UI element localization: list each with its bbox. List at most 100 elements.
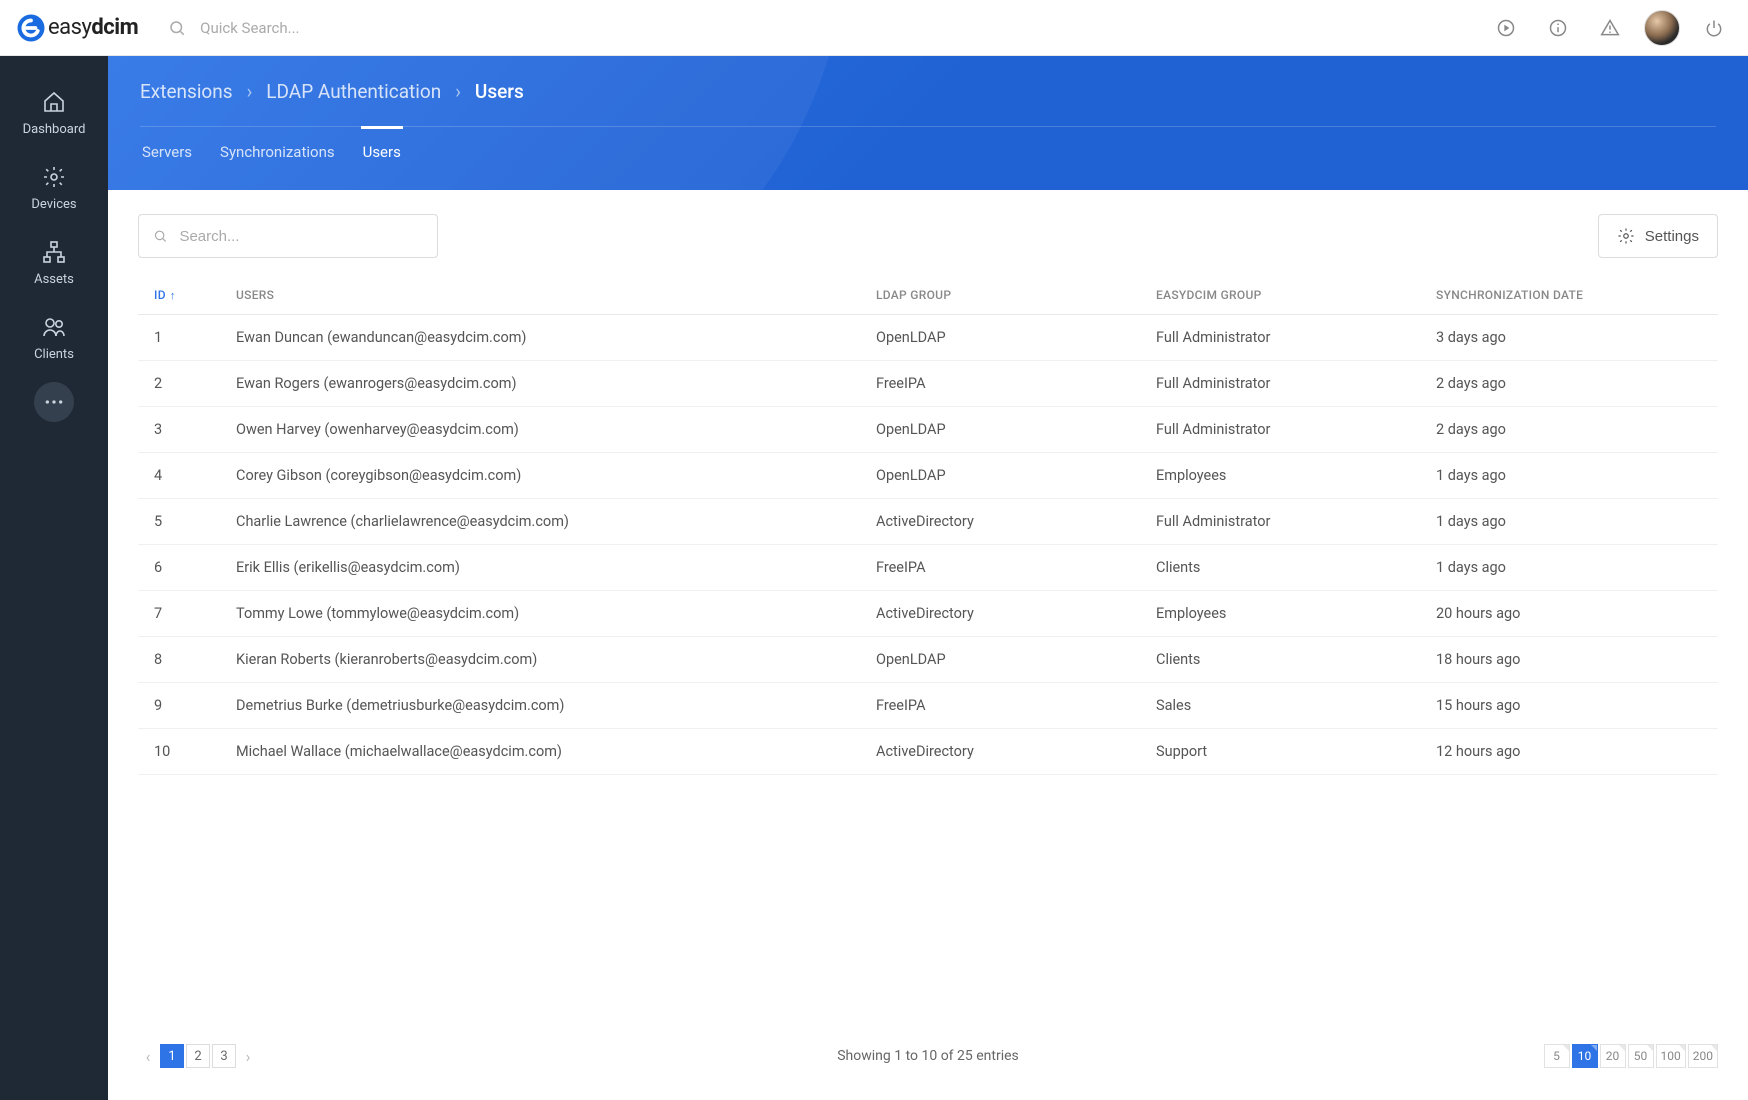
page-next[interactable]: › <box>238 1044 258 1068</box>
cell-id: 6 <box>138 545 228 591</box>
cell-ldap-group: ActiveDirectory <box>868 499 1148 545</box>
global-search[interactable]: Quick Search... <box>168 19 299 37</box>
search-input[interactable] <box>179 228 423 245</box>
cell-user: Ewan Rogers (ewanrogers@easydcim.com) <box>228 361 868 407</box>
cell-ldap-group: OpenLDAP <box>868 315 1148 361</box>
cell-sync-date: 1 days ago <box>1428 453 1718 499</box>
tab-servers[interactable]: Servers <box>140 127 194 177</box>
pagination: ‹ 123 › <box>138 1044 258 1068</box>
cell-easydcim-group: Full Administrator <box>1148 361 1428 407</box>
table-row[interactable]: 10Michael Wallace (michaelwallace@easydc… <box>138 729 1718 775</box>
pagination-summary: Showing 1 to 10 of 25 entries <box>837 1048 1019 1064</box>
table-row[interactable]: 3Owen Harvey (owenharvey@easydcim.com)Op… <box>138 407 1718 453</box>
page-prev[interactable]: ‹ <box>138 1044 158 1068</box>
table-row[interactable]: 6Erik Ellis (erikellis@easydcim.com)Free… <box>138 545 1718 591</box>
table-row[interactable]: 2Ewan Rogers (ewanrogers@easydcim.com)Fr… <box>138 361 1718 407</box>
sidebar-item-label: Assets <box>34 272 74 287</box>
cell-user: Kieran Roberts (kieranroberts@easydcim.c… <box>228 637 868 683</box>
table-footer: ‹ 123 › Showing 1 to 10 of 25 entries 51… <box>138 1026 1718 1076</box>
main-content: Settings ID↑ USERS LDAP GROUP EASYDCIM G… <box>108 190 1748 1100</box>
search-icon <box>168 19 186 37</box>
global-search-placeholder: Quick Search... <box>200 19 299 37</box>
chevron-right-icon: › <box>247 80 253 103</box>
topbar: easydcim Quick Search... <box>0 0 1748 56</box>
cell-ldap-group: FreeIPA <box>868 545 1148 591</box>
cell-ldap-group: ActiveDirectory <box>868 591 1148 637</box>
cell-sync-date: 15 hours ago <box>1428 683 1718 729</box>
page-size-button[interactable]: 50 <box>1628 1044 1654 1068</box>
cell-easydcim-group: Support <box>1148 729 1428 775</box>
table-row[interactable]: 8Kieran Roberts (kieranroberts@easydcim.… <box>138 637 1718 683</box>
cell-ldap-group: OpenLDAP <box>868 453 1148 499</box>
cell-easydcim-group: Full Administrator <box>1148 315 1428 361</box>
cell-id: 5 <box>138 499 228 545</box>
sidebar-item-clients[interactable]: Clients <box>0 301 108 376</box>
cell-id: 10 <box>138 729 228 775</box>
cell-ldap-group: ActiveDirectory <box>868 729 1148 775</box>
play-circle-icon[interactable] <box>1488 10 1524 46</box>
cell-id: 3 <box>138 407 228 453</box>
page-size-button[interactable]: 20 <box>1600 1044 1626 1068</box>
page-size-button[interactable]: 100 <box>1656 1044 1686 1068</box>
gear-icon <box>1617 227 1635 245</box>
info-icon[interactable] <box>1540 10 1576 46</box>
tab-users[interactable]: Users <box>361 126 403 177</box>
cell-user: Corey Gibson (coreygibson@easydcim.com) <box>228 453 868 499</box>
cell-easydcim-group: Clients <box>1148 637 1428 683</box>
cell-ldap-group: OpenLDAP <box>868 637 1148 683</box>
page-button[interactable]: 2 <box>186 1044 210 1068</box>
cell-sync-date: 18 hours ago <box>1428 637 1718 683</box>
breadcrumb-item[interactable]: Extensions <box>140 80 233 103</box>
cell-user: Owen Harvey (owenharvey@easydcim.com) <box>228 407 868 453</box>
column-header-sync-date[interactable]: SYNCHRONIZATION DATE <box>1428 276 1718 315</box>
page-button[interactable]: 1 <box>160 1044 184 1068</box>
logo-text: easydcim <box>48 15 138 40</box>
cell-sync-date: 2 days ago <box>1428 407 1718 453</box>
page-size-button[interactable]: 5 <box>1544 1044 1570 1068</box>
cell-ldap-group: FreeIPA <box>868 361 1148 407</box>
tabs: Servers Synchronizations Users <box>140 126 1716 177</box>
breadcrumb-item[interactable]: LDAP Authentication <box>266 80 441 103</box>
power-icon[interactable] <box>1696 10 1732 46</box>
column-header-easydcim-group[interactable]: EASYDCIM GROUP <box>1148 276 1428 315</box>
cell-user: Tommy Lowe (tommylowe@easydcim.com) <box>228 591 868 637</box>
cell-easydcim-group: Employees <box>1148 453 1428 499</box>
column-header-ldap-group[interactable]: LDAP GROUP <box>868 276 1148 315</box>
cell-user: Erik Ellis (erikellis@easydcim.com) <box>228 545 868 591</box>
tab-synchronizations[interactable]: Synchronizations <box>218 127 337 177</box>
topbar-actions <box>1488 10 1732 46</box>
cell-id: 1 <box>138 315 228 361</box>
column-header-users[interactable]: USERS <box>228 276 868 315</box>
breadcrumb: Extensions › LDAP Authentication › Users <box>140 56 1716 126</box>
settings-button-label: Settings <box>1645 228 1699 245</box>
cell-user: Michael Wallace (michaelwallace@easydcim… <box>228 729 868 775</box>
table-search <box>138 214 438 258</box>
settings-button[interactable]: Settings <box>1598 214 1718 258</box>
sidebar-more-button[interactable] <box>34 382 74 422</box>
page-button[interactable]: 3 <box>212 1044 236 1068</box>
table-header-row: ID↑ USERS LDAP GROUP EASYDCIM GROUP SYNC… <box>138 276 1718 315</box>
page-size-button[interactable]: 200 <box>1688 1044 1718 1068</box>
alert-triangle-icon[interactable] <box>1592 10 1628 46</box>
sidebar-item-assets[interactable]: Assets <box>0 226 108 301</box>
cell-ldap-group: OpenLDAP <box>868 407 1148 453</box>
table-row[interactable]: 7Tommy Lowe (tommylowe@easydcim.com)Acti… <box>138 591 1718 637</box>
cell-sync-date: 1 days ago <box>1428 499 1718 545</box>
table-row[interactable]: 1Ewan Duncan (ewanduncan@easydcim.com)Op… <box>138 315 1718 361</box>
cell-user: Ewan Duncan (ewanduncan@easydcim.com) <box>228 315 868 361</box>
cell-user: Charlie Lawrence (charlielawrence@easydc… <box>228 499 868 545</box>
table-row[interactable]: 4Corey Gibson (coreygibson@easydcim.com)… <box>138 453 1718 499</box>
toolbar: Settings <box>138 214 1718 258</box>
table-row[interactable]: 9Demetrius Burke (demetriusburke@easydci… <box>138 683 1718 729</box>
cell-sync-date: 2 days ago <box>1428 361 1718 407</box>
cell-sync-date: 1 days ago <box>1428 545 1718 591</box>
logo[interactable]: easydcim <box>16 13 138 43</box>
cell-id: 9 <box>138 683 228 729</box>
avatar[interactable] <box>1644 10 1680 46</box>
column-header-id[interactable]: ID↑ <box>138 276 228 315</box>
page-size-button[interactable]: 10 <box>1572 1044 1598 1068</box>
sidebar-item-devices[interactable]: Devices <box>0 151 108 226</box>
sidebar-item-dashboard[interactable]: Dashboard <box>0 76 108 151</box>
cell-easydcim-group: Full Administrator <box>1148 407 1428 453</box>
table-row[interactable]: 5Charlie Lawrence (charlielawrence@easyd… <box>138 499 1718 545</box>
